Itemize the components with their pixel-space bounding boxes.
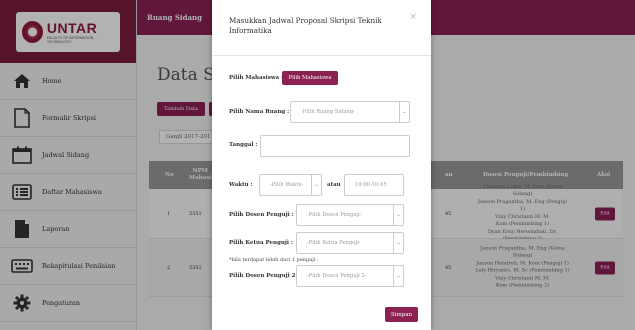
ketua-penguji-select[interactable]: -Pilih Ketua Penguji- ⌄: [296, 232, 404, 254]
dosen-penguji-select[interactable]: -Pilih Dosen Penguji- ⌄: [296, 204, 404, 226]
pilih-mahasiswa-label: Pilih Mahasiswa :: [229, 75, 284, 81]
dosen-penguji2-label: Pilih Dosen Penguji 2 :: [229, 273, 300, 279]
ruang-select[interactable]: -Pilih Ruang Sidang- ⌄: [290, 101, 410, 123]
dosen-penguji-label: Pilih Dosen Penguji :: [229, 212, 294, 218]
chevron-down-icon: ⌄: [311, 175, 321, 195]
tanggal-input[interactable]: [260, 135, 410, 157]
save-button[interactable]: Simpan: [385, 307, 418, 322]
chevron-down-icon: ⌄: [393, 205, 403, 225]
waktu-label: Waktu :: [229, 182, 253, 188]
atau-label: atau: [327, 182, 341, 188]
schedule-modal: Masukkan Jadwal Proposal Skripsi Teknik …: [212, 0, 431, 330]
pilih-mahasiswa-button[interactable]: Pilih Mahasiswa: [282, 71, 338, 85]
multi-examiner-note: *bila terdapat lebih dari 1 penguji :: [229, 257, 319, 263]
chevron-down-icon: ⌄: [393, 266, 403, 286]
waktu-manual-input[interactable]: 10:00-10:45: [344, 174, 404, 196]
chevron-down-icon: ⌄: [399, 102, 409, 122]
chevron-down-icon: ⌄: [393, 233, 403, 253]
waktu-select[interactable]: -Pilih Waktu- ⌄: [259, 174, 322, 196]
modal-title: Masukkan Jadwal Proposal Skripsi Teknik …: [229, 16, 382, 35]
ruang-label: Pilih Nama Ruang :: [229, 109, 290, 115]
modal-header: Masukkan Jadwal Proposal Skripsi Teknik …: [212, 0, 431, 56]
close-icon[interactable]: ×: [409, 12, 417, 22]
ketua-penguji-label: Pilih Ketua Penguji :: [229, 240, 293, 246]
tanggal-label: Tanggal :: [229, 142, 258, 148]
dosen-penguji2-select[interactable]: -Pilih Dosen Penguji 2- ⌄: [296, 265, 404, 287]
